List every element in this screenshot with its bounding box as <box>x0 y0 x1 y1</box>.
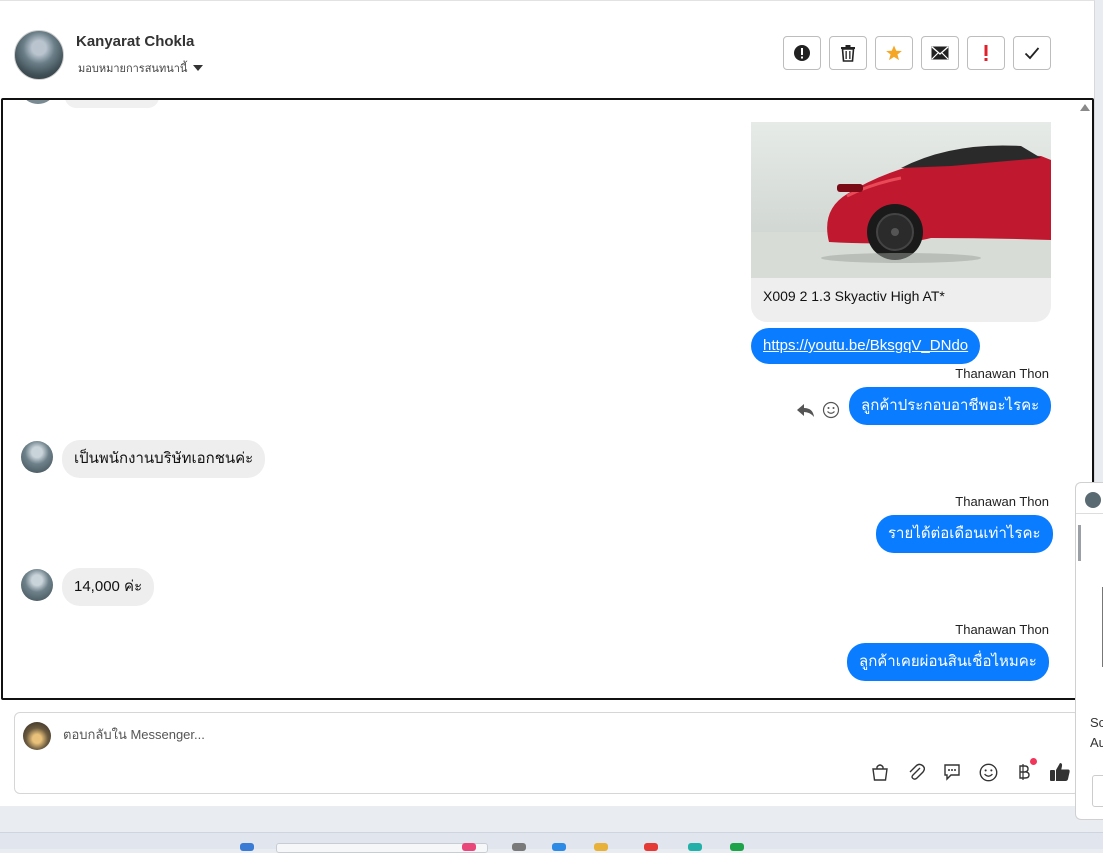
mark-important-button[interactable] <box>967 36 1005 70</box>
trash-icon <box>841 45 855 62</box>
divider <box>1076 513 1103 514</box>
check-icon <box>1024 47 1040 60</box>
attach-icon <box>909 763 925 780</box>
reply-input[interactable] <box>63 727 763 742</box>
report-icon <box>794 45 810 61</box>
windows-start-icon[interactable] <box>240 843 254 851</box>
products-button[interactable] <box>869 761 891 783</box>
message-thread[interactable]: X009 2 1.3 Skyactiv High AT* https://you… <box>1 98 1094 700</box>
important-icon <box>984 45 988 61</box>
mail-icon <box>931 46 949 60</box>
caret-down-icon <box>193 65 204 71</box>
bag-icon <box>872 764 888 781</box>
star-button[interactable] <box>875 36 913 70</box>
baht-icon <box>1019 764 1030 780</box>
os-taskbar <box>0 832 1103 853</box>
thumbs-up-icon <box>1050 763 1070 781</box>
sender-name: Thanawan Thon <box>955 494 1049 509</box>
scroll-up-arrow-icon[interactable] <box>1080 104 1090 111</box>
product-card[interactable]: X009 2 1.3 Skyactiv High AT* <box>751 122 1051 322</box>
cut-off-message <box>83 694 203 698</box>
mark-done-button[interactable] <box>1013 36 1051 70</box>
outgoing-message-bubble[interactable]: ลูกค้าเคยผ่อนสินเชื่อไหมคะ <box>847 643 1049 681</box>
sender-name: Thanawan Thon <box>955 366 1049 381</box>
taskbar-search[interactable] <box>276 843 488 853</box>
link-message-bubble[interactable]: https://youtu.be/BksgqV_DNdo <box>751 328 981 364</box>
reply-icon[interactable] <box>796 402 816 418</box>
app-icon[interactable] <box>644 843 658 851</box>
conversation-window: Kanyarat Chokla มอบหมายการสนทนานี้ X009 … <box>0 0 1095 806</box>
emoji-icon <box>979 763 997 781</box>
incoming-message-bubble <box>65 100 159 108</box>
side-text-2: Au <box>1090 735 1103 750</box>
payment-button[interactable] <box>1013 758 1037 783</box>
chat-bubble-icon <box>944 764 960 781</box>
app-icon[interactable] <box>512 843 526 851</box>
folder-icon[interactable] <box>594 843 608 851</box>
browser-icon[interactable] <box>688 843 702 851</box>
attach-button[interactable] <box>905 761 927 783</box>
side-popup-panel[interactable]: Sc Au <box>1075 482 1103 820</box>
star-icon <box>886 45 902 61</box>
reaction-icon[interactable] <box>822 401 840 419</box>
header-actions <box>783 36 1051 70</box>
product-card-title: X009 2 1.3 Skyactiv High AT* <box>763 288 945 304</box>
app-icon[interactable] <box>730 843 744 851</box>
saved-replies-button[interactable] <box>941 761 963 783</box>
page-avatar <box>23 722 51 750</box>
composer-tools <box>869 758 1071 783</box>
contact-avatar-small <box>23 100 53 104</box>
side-text-1: Sc <box>1090 715 1103 730</box>
mail-button[interactable] <box>921 36 959 70</box>
incoming-message-bubble[interactable]: เป็นพนักงานบริษัทเอกชนค่ะ <box>62 440 266 478</box>
contact-name[interactable]: Kanyarat Chokla <box>76 33 194 50</box>
assign-conversation-dropdown[interactable]: มอบหมายการสนทนานี้ <box>78 59 204 77</box>
delete-button[interactable] <box>829 36 867 70</box>
conversation-header: Kanyarat Chokla มอบหมายการสนทนานี้ <box>0 9 1094 97</box>
sender-name: Thanawan Thon <box>955 622 1049 637</box>
outgoing-message-bubble[interactable]: รายได้ต่อเดือนเท่าไรคะ <box>876 515 1053 553</box>
contact-avatar-small <box>21 569 53 601</box>
emoji-button[interactable] <box>977 761 999 783</box>
reply-composer <box>14 712 1080 794</box>
side-avatar <box>1085 492 1101 508</box>
like-button[interactable] <box>1049 761 1071 783</box>
side-button[interactable] <box>1092 775 1103 807</box>
incoming-message-bubble[interactable]: 14,000 ค่ะ <box>62 568 155 606</box>
contact-avatar[interactable] <box>14 30 64 80</box>
report-button[interactable] <box>783 36 821 70</box>
outgoing-message-bubble[interactable]: ลูกค้าประกอบอาชีพอะไรคะ <box>849 387 1052 425</box>
contact-avatar-small <box>21 441 53 473</box>
car-photo[interactable] <box>751 122 1051 278</box>
app-icon[interactable] <box>552 843 566 851</box>
notification-dot <box>1030 758 1037 765</box>
assign-label: มอบหมายการสนทนานี้ <box>78 62 188 75</box>
message-hover-tools <box>796 401 840 419</box>
app-icon[interactable] <box>462 843 476 851</box>
video-link[interactable]: https://youtu.be/BksgqV_DNdo <box>763 337 968 354</box>
side-scrollbar[interactable] <box>1078 525 1081 561</box>
